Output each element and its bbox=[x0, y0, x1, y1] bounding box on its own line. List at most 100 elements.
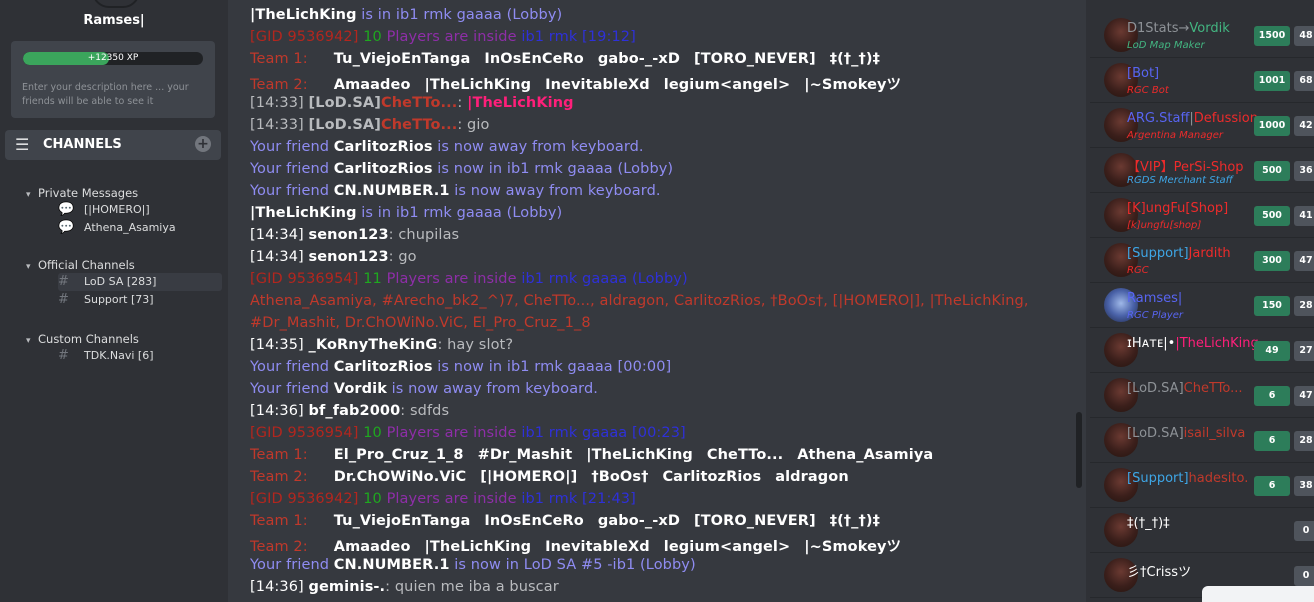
user-row[interactable]: ‡(†_†)‡ 0 bbox=[1090, 508, 1314, 553]
player-name[interactable]: |~Smokeyツ bbox=[804, 539, 901, 555]
user-row[interactable]: [Support]Jardith RGC 300 47 bbox=[1090, 238, 1314, 283]
user-name-part: hadesito. bbox=[1188, 471, 1249, 486]
category-0[interactable]: ▾ Private Messages bbox=[26, 186, 138, 200]
chat-segment: [19:12] bbox=[577, 29, 636, 45]
chat-segment: [14:36] bbox=[250, 579, 309, 595]
chat-line: [14:35] _KoRnyTheKinG: hay slot? bbox=[250, 337, 513, 353]
description-input[interactable]: Enter your description here ... your fri… bbox=[22, 81, 208, 109]
channel-item[interactable]: # Support [73] bbox=[58, 291, 222, 309]
player-name[interactable]: InOsEnCeRo bbox=[484, 513, 584, 529]
user-name-part: Jardith bbox=[1188, 246, 1231, 261]
user-row[interactable]: [LoD.SA]isail_silva 6 28 bbox=[1090, 418, 1314, 463]
player-name[interactable]: |~Smokeyツ bbox=[804, 77, 901, 93]
user-name-part: isail_silva bbox=[1183, 426, 1246, 441]
team-label: Team 1: bbox=[250, 51, 308, 67]
user-row[interactable]: D1Stats→Vordik LoD Map Maker 1500 48 bbox=[1090, 13, 1314, 58]
xp-bar: +12350 XP bbox=[23, 52, 203, 65]
chat-bubble-icon: 💬 bbox=[58, 220, 75, 235]
user-row[interactable]: Ramses| RGC Player 150 28 bbox=[1090, 283, 1314, 328]
user-row[interactable]: ARG.Staff|Defussion Argentina Manager 1000… bbox=[1090, 103, 1314, 148]
user-row[interactable]: [Bot] RGC Bot 1001 68 bbox=[1090, 58, 1314, 103]
chat-scrollbar[interactable] bbox=[1076, 412, 1082, 488]
user-name-part: [LoD.SA] bbox=[1127, 426, 1184, 441]
hash-icon: # bbox=[58, 292, 69, 307]
player-name[interactable]: InevitableXd bbox=[545, 77, 650, 93]
player-name[interactable]: Tu_ViejoEnTanga bbox=[334, 513, 471, 529]
channel-item[interactable]: # LoD SA [283] bbox=[58, 273, 222, 291]
player-name[interactable]: |TheLichKing bbox=[425, 77, 532, 93]
player-name[interactable]: legium<angel> bbox=[664, 77, 790, 93]
player-name[interactable]: |TheLichKing bbox=[425, 539, 532, 555]
user-row[interactable]: ɪHᴀᴛᴇ|•|TheLichKing 49 27 bbox=[1090, 328, 1314, 373]
chat-segment: geminis-. bbox=[308, 579, 386, 595]
chat-line: [14:34] senon123: go bbox=[250, 249, 417, 265]
chat-segment: : gio bbox=[457, 117, 490, 133]
username[interactable]: Ramses| bbox=[0, 13, 228, 28]
user-name: 【VIP】PerSi-Shop bbox=[1127, 156, 1244, 175]
player-name[interactable]: [TORO_NEVER] bbox=[694, 513, 816, 529]
player-name[interactable]: CarlitozRios bbox=[662, 469, 761, 485]
player-name[interactable]: Tu_ViejoEnTanga bbox=[334, 51, 471, 67]
user-avatar[interactable]: 28 bbox=[92, 0, 142, 8]
chat-segment: [14:33] bbox=[250, 95, 309, 111]
player-name[interactable]: InOsEnCeRo bbox=[484, 51, 584, 67]
user-name-part: ɪHᴀᴛᴇ|• bbox=[1127, 336, 1176, 351]
chat-segment: Your friend bbox=[250, 183, 334, 199]
channel-item[interactable]: 💬 Athena_Asamiya bbox=[58, 219, 222, 237]
level-badge: 36 bbox=[1294, 161, 1314, 181]
user-row[interactable]: [LoD.SA]CheTTo... 6 47 bbox=[1090, 373, 1314, 418]
player-name[interactable]: legium<angel> bbox=[664, 539, 790, 555]
chat-line: [14:36] geminis-.: quien me iba a buscar bbox=[250, 579, 559, 595]
chat-segment: [14:34] bbox=[250, 227, 309, 243]
xp-label: +12350 XP bbox=[87, 53, 139, 63]
chat-segment: |TheLichKing bbox=[250, 7, 357, 23]
player-name[interactable]: gabo-_-xD bbox=[598, 513, 680, 529]
player-name[interactable]: gabo-_-xD bbox=[598, 51, 680, 67]
chat-line: Your friend Vordik is now away from keyb… bbox=[250, 381, 598, 397]
player-name[interactable]: CheTTo... bbox=[707, 447, 783, 463]
player-name[interactable]: Dr.ChOWiNo.ViC bbox=[334, 469, 466, 485]
category-2[interactable]: ▾ Custom Channels bbox=[26, 332, 139, 346]
player-name[interactable]: |TheLichKing bbox=[586, 447, 693, 463]
channel-item[interactable]: 💬 [|HOMERO|] bbox=[58, 201, 222, 219]
channel-label: Athena_Asamiya bbox=[84, 221, 176, 234]
user-name: [Support]hadesito. bbox=[1127, 471, 1248, 486]
user-name-part: [LoD.SA] bbox=[1127, 381, 1184, 396]
channel-item[interactable]: # TDK.Navi [6] bbox=[58, 347, 222, 365]
player-name[interactable]: †BoOs† bbox=[591, 469, 648, 485]
player-name[interactable]: ‡(†_†)‡ bbox=[830, 51, 880, 67]
player-name[interactable]: Amaadeo bbox=[334, 77, 411, 93]
level-badge: 38 bbox=[1294, 476, 1314, 496]
player-name[interactable]: ‡(†_†)‡ bbox=[830, 513, 880, 529]
level-badge: 42 bbox=[1294, 116, 1314, 136]
add-channel-icon[interactable]: + bbox=[195, 136, 211, 152]
player-name[interactable]: [|HOMERO|] bbox=[480, 469, 577, 485]
category-1[interactable]: ▾ Official Channels bbox=[26, 258, 135, 272]
user-row[interactable]: [Support]hadesito. 6 38 bbox=[1090, 463, 1314, 508]
chat-segment: CN.NUMBER.1 bbox=[333, 183, 450, 199]
channel-label: [|HOMERO|] bbox=[84, 203, 150, 216]
player-name[interactable]: Athena_Asamiya bbox=[797, 447, 933, 463]
user-name-part: [K]ungFu[Shop] bbox=[1127, 201, 1229, 216]
user-name-part: 彡†Crissツ bbox=[1127, 565, 1192, 580]
chat-segment: Players are inside bbox=[386, 491, 522, 507]
team-label: Team 2: bbox=[250, 469, 308, 485]
user-name: D1Stats→Vordik bbox=[1127, 21, 1230, 36]
user-name: [K]ungFu[Shop] bbox=[1127, 201, 1228, 216]
chat-line: Team 2: Dr.ChOWiNo.ViC [|HOMERO|] †BoOs† Car… bbox=[250, 469, 863, 485]
team-label: Team 1: bbox=[250, 513, 308, 529]
player-name[interactable]: InevitableXd bbox=[545, 539, 650, 555]
user-row[interactable]: [K]ungFu[Shop] [k]ungfu[shop] 500 41 bbox=[1090, 193, 1314, 238]
player-name[interactable]: #Dr_Mashit bbox=[478, 447, 573, 463]
user-row[interactable]: 【VIP】PerSi-Shop RGDS Merchant Staff 500 36 bbox=[1090, 148, 1314, 193]
chat-segment: ib1 rmk bbox=[521, 29, 578, 45]
user-name-part: Vordik bbox=[1189, 21, 1230, 36]
chat-segment: Your friend bbox=[250, 139, 334, 155]
player-name[interactable]: aldragon bbox=[775, 469, 849, 485]
player-name[interactable]: [TORO_NEVER] bbox=[694, 51, 816, 67]
player-name[interactable]: El_Pro_Cruz_1_8 bbox=[334, 447, 464, 463]
player-name[interactable]: Amaadeo bbox=[334, 539, 411, 555]
chat-line: Your friend CarlitozRios is now in ib1 r… bbox=[250, 359, 671, 375]
score-badge: 300 bbox=[1254, 251, 1290, 271]
chat-segment: Players are inside bbox=[386, 29, 522, 45]
